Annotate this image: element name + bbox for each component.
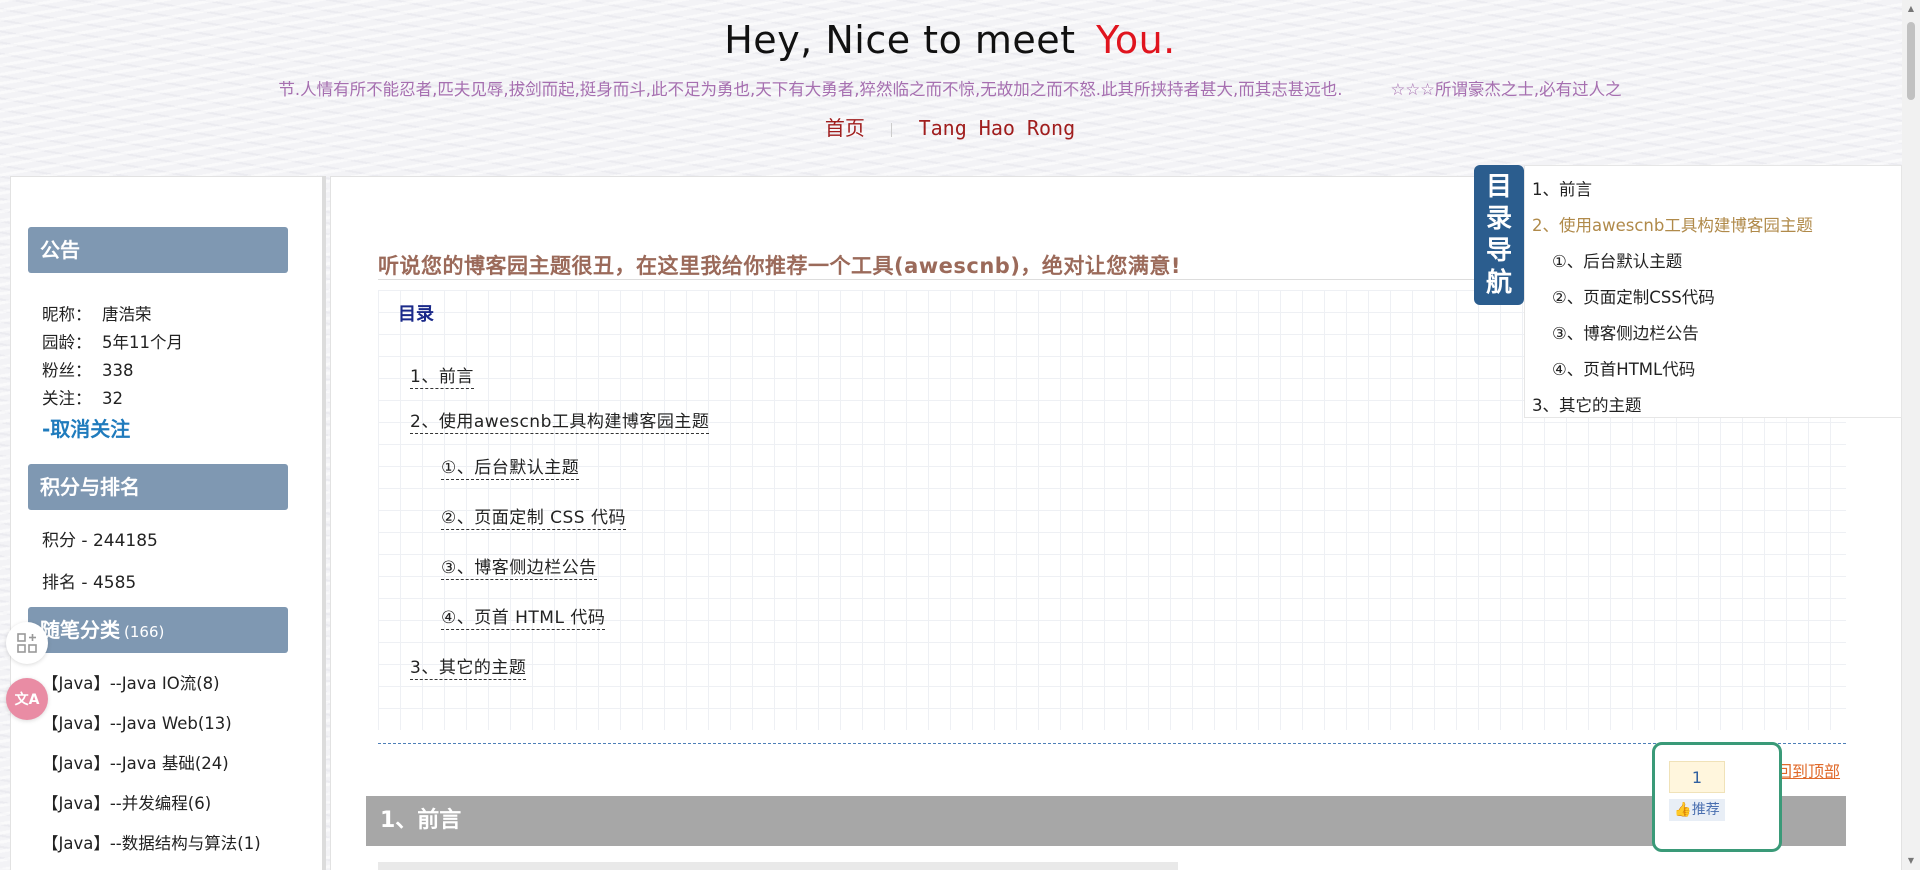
scrollbar-thumb[interactable]	[1907, 22, 1915, 100]
category-item[interactable]: 【Java】--Java Web(13)	[42, 710, 232, 734]
info-following: 关注： 32	[42, 389, 123, 408]
info-followers: 粉丝： 338	[42, 361, 134, 380]
back-to-top-link[interactable]: 回到顶部	[1776, 758, 1840, 782]
age-link[interactable]: 5年11个月	[102, 333, 183, 352]
site-motto: 节.人情有所不能忍者,匹夫见辱,拔剑而起,挺身而斗,此不足为勇也,天下有大勇者,…	[0, 76, 1900, 100]
recommend-button[interactable]: 👍推荐	[1669, 799, 1725, 821]
top-nav: 首页 Tang Hao Rong	[0, 112, 1900, 141]
categories-count: (166)	[124, 623, 165, 641]
toc-nav-item[interactable]: ③、博客侧边栏公告	[1552, 320, 1699, 344]
site-title-main: Hey, Nice to meet	[724, 18, 1076, 62]
notice-heading: 公告	[28, 227, 288, 273]
toc-link[interactable]: ④、页首 HTML 代码	[441, 603, 606, 630]
toc-nav-item[interactable]: 3、其它的主题	[1532, 392, 1642, 416]
content-separator	[378, 743, 1846, 744]
translate-glyph: 文A	[14, 692, 40, 708]
toc-link[interactable]: ②、页面定制 CSS 代码	[441, 503, 626, 530]
categories-heading: 随笔分类 (166)	[28, 607, 288, 653]
category-item[interactable]: 【Java】--Java 基础(24)	[42, 750, 229, 774]
score-heading: 积分与排名	[28, 464, 288, 510]
nav-home-link[interactable]: 首页	[825, 116, 865, 140]
site-title-accent: You.	[1096, 18, 1176, 62]
translate-icon[interactable]: 文A	[6, 678, 48, 720]
toc-nav-item[interactable]: 1、前言	[1532, 176, 1592, 200]
paragraph-text	[378, 862, 1178, 870]
page-scrollbar[interactable]: ▲ ▼	[1902, 0, 1920, 870]
toc-link[interactable]: 3、其它的主题	[410, 653, 527, 680]
sidebar-divider	[322, 176, 326, 870]
nav-separator	[891, 122, 893, 137]
post-title[interactable]: 听说您的博客园主题很丑，在这里我给你推荐一个工具(awescnb)，绝对让您满意…	[378, 250, 1181, 280]
followers-link[interactable]: 338	[102, 361, 134, 380]
toc-link[interactable]: 2、使用awescnb工具构建博客园主题	[410, 407, 710, 434]
category-item[interactable]: 【Java】--Java IO流(8)	[42, 670, 220, 694]
scroll-up-icon[interactable]: ▲	[1906, 4, 1916, 13]
recommend-box: 1 👍推荐	[1652, 742, 1782, 852]
toc-link[interactable]: ③、博客侧边栏公告	[441, 553, 597, 580]
grid-plus-icon[interactable]	[6, 622, 48, 664]
motto-left: 节.人情有所不能忍者,匹夫见辱,拔剑而起,挺身而斗,此不足为勇也,天下有大勇者,…	[278, 80, 1343, 99]
toc-nav-item[interactable]: ④、页首HTML代码	[1552, 356, 1695, 380]
toc-nav-tab[interactable]: 目 录 导 航	[1474, 165, 1524, 305]
toc-nav-item-active[interactable]: 2、使用awescnb工具构建博客园主题	[1532, 212, 1813, 236]
toc-nav-item[interactable]: ②、页面定制CSS代码	[1552, 284, 1715, 308]
recommend-count: 1	[1669, 761, 1725, 793]
toc-link[interactable]: ①、后台默认主题	[441, 453, 580, 480]
score-points: 积分 - 244185	[42, 531, 158, 551]
motto-right: ☆☆☆所谓豪杰之士,必有过人之	[1390, 80, 1622, 99]
section-heading: 1、前言	[366, 796, 1846, 846]
scroll-down-icon[interactable]: ▼	[1906, 856, 1916, 865]
following-link[interactable]: 32	[102, 389, 123, 408]
category-item[interactable]: 【Java】--数据结构与算法(1)	[42, 830, 261, 854]
info-nickname: 昵称： 唐浩荣	[42, 305, 152, 324]
nav-author-link[interactable]: Tang Hao Rong	[919, 116, 1076, 140]
thumbs-up-icon: 👍	[1674, 802, 1692, 818]
score-rank: 排名 - 4585	[42, 573, 137, 593]
toc-nav-item[interactable]: ①、后台默认主题	[1552, 248, 1682, 272]
info-age: 园龄： 5年11个月	[42, 333, 183, 352]
unfollow-link[interactable]: -取消关注	[42, 413, 130, 442]
blog-header: Hey, Nice to meet You. 节.人情有所不能忍者,匹夫见辱,拔…	[0, 0, 1900, 170]
grid-plus-glyph	[17, 633, 37, 653]
site-title: Hey, Nice to meet You.	[0, 18, 1900, 62]
category-item[interactable]: 【Java】--并发编程(6)	[42, 790, 211, 814]
toc-link[interactable]: 1、前言	[410, 362, 474, 389]
toc-label: 目录	[398, 304, 434, 325]
nickname-link[interactable]: 唐浩荣	[102, 305, 152, 324]
